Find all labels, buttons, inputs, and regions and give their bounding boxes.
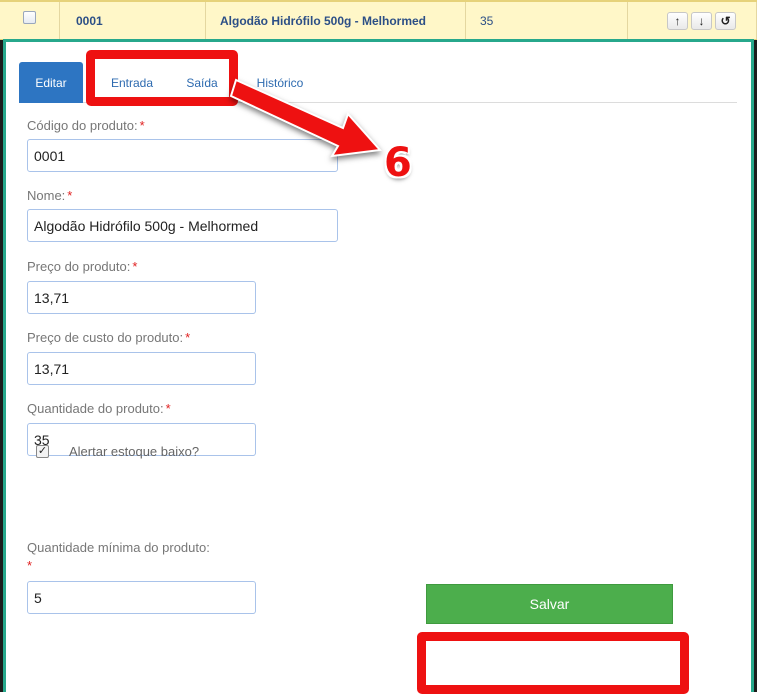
annotation-arrow-icon: [229, 78, 383, 158]
step-number: 6: [384, 140, 412, 186]
